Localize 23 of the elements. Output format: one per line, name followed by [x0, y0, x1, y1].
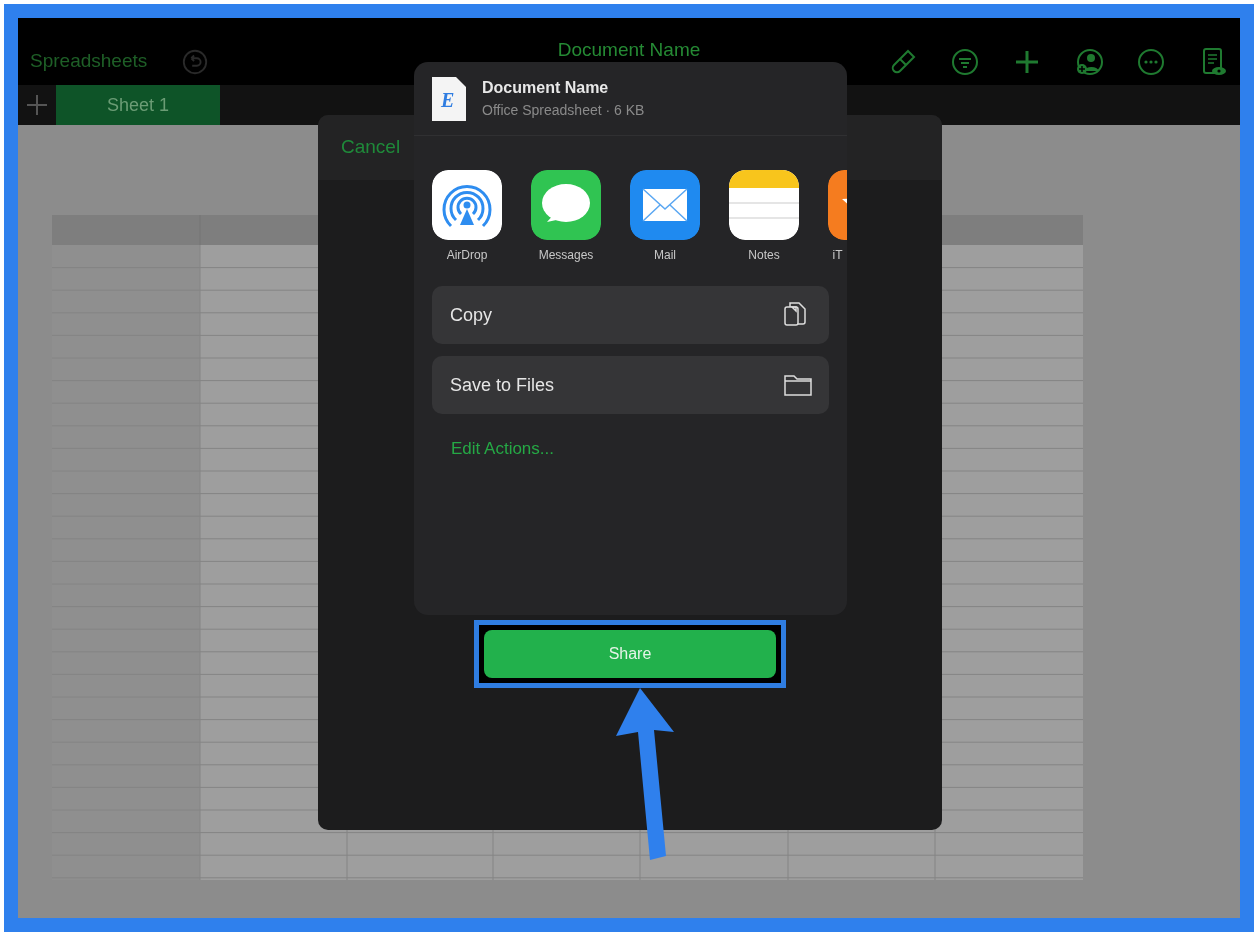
add-person-icon[interactable]	[1074, 46, 1104, 77]
filter-icon[interactable]	[950, 46, 980, 77]
share-button[interactable]: Share	[484, 630, 776, 678]
back-button[interactable]: Spreadsheets	[30, 47, 148, 76]
envelope-icon[interactable]	[630, 170, 700, 240]
more-icon[interactable]	[1136, 46, 1166, 77]
action-row[interactable]: Copy	[432, 286, 829, 344]
file-info: Office Spreadsheet · 6 KB	[482, 101, 645, 120]
app-label: Messages	[537, 247, 595, 264]
airdrop-icon[interactable]	[432, 170, 502, 240]
app-label: AirDrop	[445, 247, 489, 264]
app-label: iT	[831, 247, 844, 264]
file-name: Document Name	[482, 78, 610, 98]
spreadsheet-file-icon: E	[432, 76, 466, 121]
app-label: Mail	[653, 247, 677, 264]
notepad-icon[interactable]	[729, 170, 799, 240]
cancel-button[interactable]: Cancel	[341, 133, 401, 162]
document-title: Document Name	[557, 38, 701, 62]
speech-bubble-icon[interactable]	[531, 170, 601, 240]
sheet-tab[interactable]: Sheet 1	[56, 85, 220, 125]
action-row[interactable]: Save to Files	[432, 356, 829, 414]
app-label: Notes	[747, 247, 781, 264]
edit-actions-link[interactable]: Edit Actions...	[451, 436, 554, 462]
